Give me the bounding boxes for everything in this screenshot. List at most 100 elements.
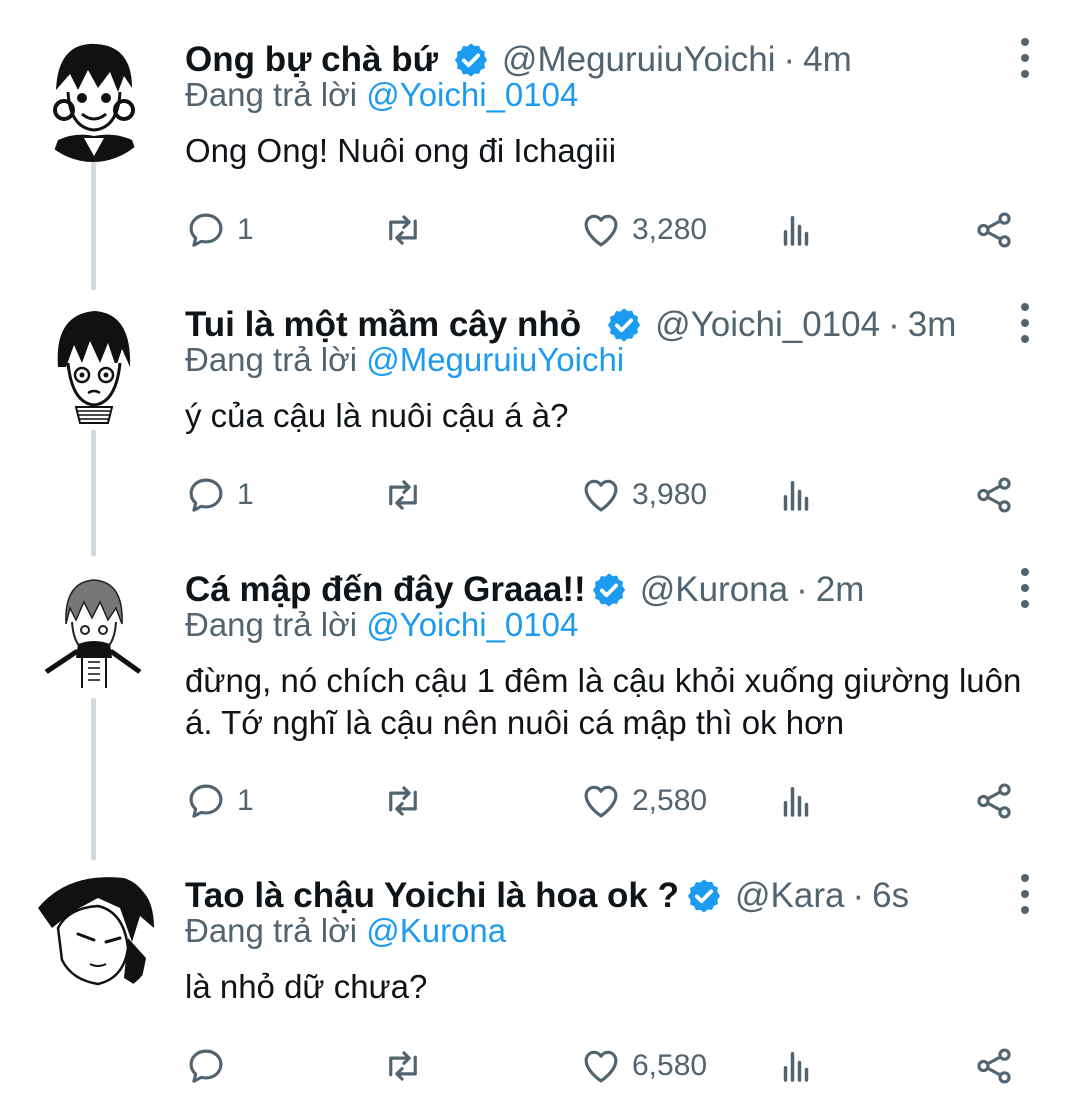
retweet-icon <box>389 480 417 510</box>
like-count: 2,580 <box>632 784 708 817</box>
avatar[interactable] <box>28 868 158 998</box>
avatar[interactable] <box>28 562 158 692</box>
reply-icon <box>189 478 223 512</box>
tweet-actions: 1 3,980 <box>185 470 1045 520</box>
like-count: 3,280 <box>632 213 708 246</box>
replying-prefix: Đang trả lời <box>185 76 358 113</box>
mention-link[interactable]: @Yoichi_0104 <box>366 76 578 113</box>
replying-to: Đang trả lời @Yoichi_0104 <box>185 76 578 114</box>
more-vertical-icon[interactable] <box>1008 303 1042 343</box>
reply-button[interactable]: 1 <box>185 776 254 826</box>
views-button[interactable] <box>775 470 817 520</box>
reply-count: 1 <box>237 784 254 817</box>
separator-dot: · <box>783 40 796 79</box>
like-button[interactable]: 3,980 <box>580 470 707 520</box>
verified-badge-icon <box>590 571 628 609</box>
display-name[interactable]: Ong bự chà bứ <box>185 40 438 80</box>
replying-to: Đang trả lời @Yoichi_0104 <box>185 606 578 644</box>
verified-badge-icon <box>452 41 490 79</box>
like-icon <box>584 479 618 512</box>
reply-count: 1 <box>237 478 254 511</box>
reply-icon <box>189 1049 223 1083</box>
like-button[interactable]: 6,580 <box>580 1041 707 1091</box>
tweet-actions: 6,580 <box>185 1041 1045 1091</box>
separator-dot: · <box>888 305 900 344</box>
more-vertical-icon[interactable] <box>1008 568 1042 608</box>
user-handle[interactable]: @MeguruiuYoichi <box>502 40 776 80</box>
share-button[interactable] <box>973 205 1015 255</box>
share-button[interactable] <box>973 470 1015 520</box>
tweet-actions: 1 2,580 <box>185 776 1045 826</box>
like-button[interactable]: 3,280 <box>580 205 707 255</box>
share-icon <box>977 783 1011 819</box>
tweet[interactable]: Tui là một mầm cây nhỏ @Yoichi_0104 · 3m… <box>0 297 1080 527</box>
user-handle[interactable]: @Kara <box>735 876 844 916</box>
avatar-image <box>28 868 158 998</box>
more-vertical-icon[interactable] <box>1008 38 1042 78</box>
reply-icon <box>189 784 223 818</box>
replying-prefix: Đang trả lời <box>185 606 358 643</box>
display-name[interactable]: Tui là một mầm cây nhỏ <box>185 305 581 345</box>
share-button[interactable] <box>973 1041 1015 1091</box>
tweet-text: Ong Ong! Nuôi ong đi Ichagiii <box>185 132 617 169</box>
timestamp[interactable]: 2m <box>816 570 865 610</box>
replying-to: Đang trả lời @MeguruiuYoichi <box>185 341 624 379</box>
separator-dot: · <box>796 570 808 609</box>
user-handle[interactable]: @Kurona <box>640 570 788 610</box>
retweet-button[interactable] <box>382 1041 424 1091</box>
views-icon <box>783 216 809 246</box>
retweet-button[interactable] <box>382 470 424 520</box>
avatar[interactable] <box>28 297 158 427</box>
reply-icon <box>189 213 223 247</box>
verified-badge-icon <box>685 877 723 915</box>
retweet-button[interactable] <box>382 776 424 826</box>
verified-badge-icon <box>605 306 643 344</box>
share-icon <box>977 477 1011 513</box>
tweet[interactable]: Ong bự chà bứ @MeguruiuYoichi · 4m Đang … <box>0 32 1080 262</box>
views-icon <box>783 1052 809 1082</box>
reply-button[interactable]: 1 <box>185 205 254 255</box>
avatar-image <box>28 297 158 427</box>
views-button[interactable] <box>775 776 817 826</box>
avatar-image <box>28 562 158 692</box>
retweet-icon <box>389 786 417 816</box>
more-vertical-icon[interactable] <box>1008 874 1042 914</box>
reply-count: 1 <box>237 213 254 246</box>
tweet[interactable]: Tao là chậu Yoichi là hoa ok ? @Kara · 6… <box>0 868 1080 1098</box>
mention-link[interactable]: @MeguruiuYoichi <box>366 341 624 378</box>
avatar[interactable] <box>28 32 158 162</box>
tweet-text: ý của cậu là nuôi cậu á à? <box>185 397 569 434</box>
replying-prefix: Đang trả lời <box>185 341 358 378</box>
reply-button[interactable] <box>185 1041 237 1091</box>
tweet-actions: 1 3,280 <box>185 205 1045 255</box>
retweet-icon <box>389 215 417 245</box>
tweet-text: là nhỏ dữ chưa? <box>185 968 428 1005</box>
display-name[interactable]: Tao là chậu Yoichi là hoa ok ? <box>185 876 679 916</box>
replying-prefix: Đang trả lời <box>185 912 358 949</box>
timestamp[interactable]: 3m <box>908 305 957 345</box>
avatar-image <box>28 32 158 162</box>
like-count: 6,580 <box>632 1049 708 1082</box>
like-button[interactable]: 2,580 <box>580 776 707 826</box>
views-button[interactable] <box>775 205 817 255</box>
tweet[interactable]: Cá mập đến đây Graaa!! @Kurona · 2m Đang… <box>0 562 1080 832</box>
user-handle[interactable]: @Yoichi_0104 <box>655 305 880 345</box>
timestamp[interactable]: 6s <box>872 876 909 916</box>
tweet-text: đừng, nó chích cậu 1 đêm là cậu khỏi xuố… <box>185 662 1022 741</box>
reply-button[interactable]: 1 <box>185 470 254 520</box>
mention-link[interactable]: @Yoichi_0104 <box>366 606 578 643</box>
like-icon <box>584 214 618 247</box>
views-icon <box>783 787 809 817</box>
share-button[interactable] <box>973 776 1015 826</box>
views-button[interactable] <box>775 1041 817 1091</box>
views-icon <box>783 481 809 511</box>
like-icon <box>584 1050 618 1083</box>
share-icon <box>977 1048 1011 1084</box>
separator-dot: · <box>852 876 865 915</box>
mention-link[interactable]: @Kurona <box>366 912 506 949</box>
replying-to: Đang trả lời @Kurona <box>185 912 506 950</box>
timestamp[interactable]: 4m <box>803 40 852 80</box>
retweet-button[interactable] <box>382 205 424 255</box>
display-name[interactable]: Cá mập đến đây Graaa!! <box>185 570 586 610</box>
like-count: 3,980 <box>632 478 708 511</box>
